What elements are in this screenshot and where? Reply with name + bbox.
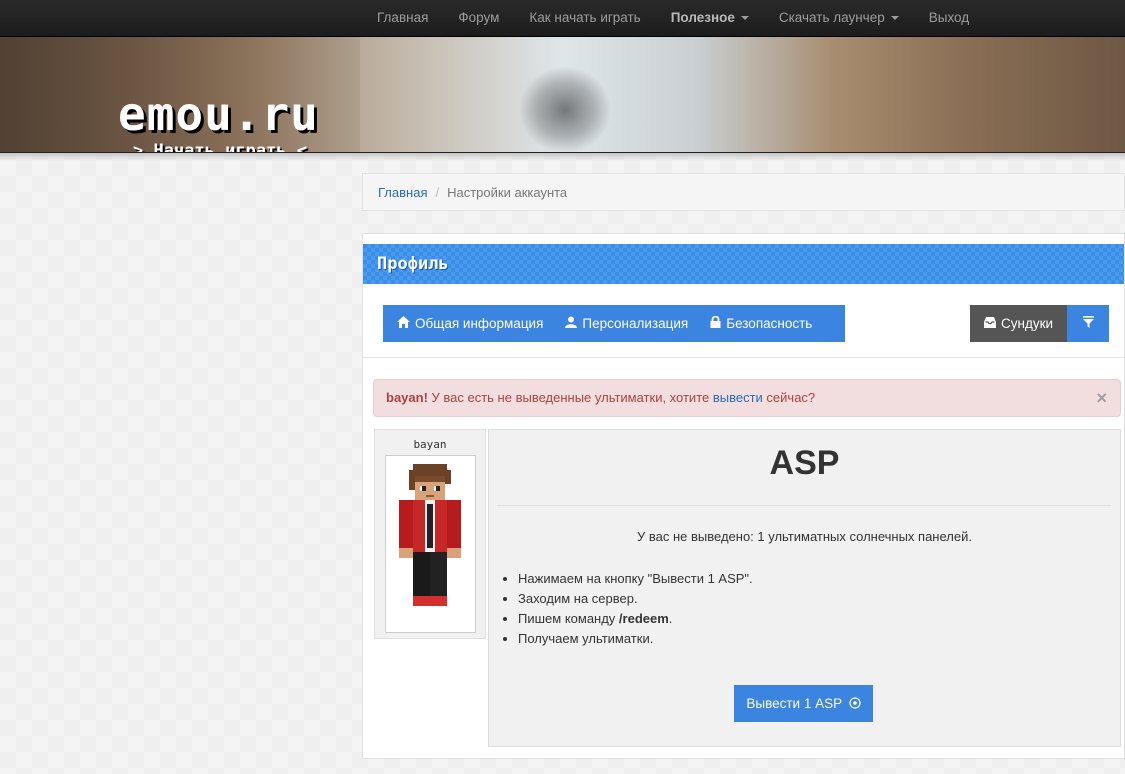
ultimate-alert: bayan! У вас есть не выведенные ультимат… bbox=[373, 379, 1121, 417]
nav-item-home[interactable]: Главная bbox=[362, 0, 443, 37]
step-text: Заходим на сервер. bbox=[518, 591, 638, 606]
site-logo[interactable]: emou.ru bbox=[118, 91, 319, 137]
alert-withdraw-link[interactable]: вывести bbox=[713, 390, 763, 405]
caret-down-icon bbox=[890, 16, 899, 21]
inbox-icon bbox=[984, 305, 996, 342]
chests-label: Сундуки bbox=[1001, 316, 1054, 331]
filter-button[interactable] bbox=[1067, 305, 1110, 342]
breadcrumb-separator: / bbox=[435, 185, 440, 200]
panel-header: Профиль bbox=[363, 244, 1124, 284]
banner-shadow bbox=[0, 153, 1125, 161]
asp-box: ASP У вас не выведено: 1 ультиматных сол… bbox=[488, 429, 1121, 747]
nav-item-how-to-play[interactable]: Как начать играть bbox=[514, 0, 655, 37]
breadcrumb-home-link[interactable]: Главная bbox=[378, 185, 427, 200]
withdraw-asp-button[interactable]: Вывести 1 ASP bbox=[734, 685, 873, 722]
banner-figure bbox=[520, 67, 610, 152]
filter-icon bbox=[1082, 316, 1094, 331]
tab-label: Персонализация bbox=[582, 316, 689, 331]
nav-label: Форум bbox=[458, 10, 500, 25]
divider bbox=[363, 357, 1124, 358]
step-text: Пишем команду bbox=[518, 611, 619, 626]
skin-card: bayan bbox=[374, 429, 486, 639]
nav-label: Главная bbox=[377, 10, 429, 25]
close-icon[interactable]: × bbox=[1096, 380, 1107, 416]
nav-item-download-launcher[interactable]: Скачать лаунчер bbox=[764, 0, 914, 37]
steps-list: Нажимаем на кнопку "Вывести 1 ASP". Захо… bbox=[518, 569, 753, 649]
breadcrumb-current: Настройки аккаунта bbox=[447, 185, 568, 200]
nav-item-forum[interactable]: Форум bbox=[443, 0, 514, 37]
panel-title: Профиль bbox=[377, 254, 449, 274]
profile-tabs: Общая информация Персонализация Безопасн… bbox=[383, 305, 845, 342]
list-item: Получаем ультиматки. bbox=[518, 629, 753, 649]
skin-username: bayan bbox=[413, 438, 447, 451]
breadcrumb: Главная / Настройки аккаунта bbox=[362, 173, 1125, 211]
nav-label: Как начать играть bbox=[529, 10, 641, 25]
chests-button-group: Сундуки bbox=[970, 305, 1110, 342]
divider bbox=[497, 505, 1111, 506]
nav-label: Скачать лаунчер bbox=[778, 10, 885, 25]
lock-icon bbox=[710, 305, 721, 342]
step-text: Получаем ультиматки. bbox=[518, 631, 654, 646]
alert-username: bayan! bbox=[386, 390, 428, 405]
caret-down-icon bbox=[740, 16, 749, 21]
profile-panel: Профиль Общая информация Персонализация … bbox=[362, 233, 1125, 759]
top-navbar: Главная Форум Как начать играть Полезное… bbox=[0, 0, 1125, 37]
tab-personalization[interactable]: Персонализация bbox=[554, 305, 699, 342]
chests-button[interactable]: Сундуки bbox=[970, 305, 1068, 342]
circle-arrow-icon bbox=[846, 696, 861, 711]
command-text: /redeem bbox=[618, 611, 669, 626]
skin-preview bbox=[385, 455, 476, 633]
nav-label: Выход bbox=[928, 10, 970, 25]
withdraw-label: Вывести 1 ASP bbox=[746, 696, 842, 711]
player-skin-image bbox=[399, 464, 461, 610]
list-item: Пишем команду /redeem. bbox=[518, 609, 753, 629]
nav-item-useful[interactable]: Полезное bbox=[656, 0, 764, 37]
alert-text-end: сейчас? bbox=[762, 390, 816, 405]
nav-item-logout[interactable]: Выход bbox=[914, 0, 984, 37]
alert-text: У вас есть не выведенные ультиматки, хот… bbox=[427, 390, 713, 405]
tab-label: Общая информация bbox=[415, 316, 544, 331]
asp-info: У вас не выведено: 1 ультиматных солнечн… bbox=[637, 529, 972, 544]
start-playing-link[interactable]: > Начать играть < bbox=[133, 141, 307, 152]
nav-menu: Главная Форум Как начать играть Полезное… bbox=[362, 0, 984, 37]
user-icon bbox=[565, 305, 578, 342]
tab-security[interactable]: Безопасность bbox=[699, 305, 823, 342]
home-icon bbox=[397, 305, 410, 342]
list-item: Заходим на сервер. bbox=[518, 589, 753, 609]
step-text: Нажимаем на кнопку "Вывести 1 ASP". bbox=[518, 571, 753, 586]
tab-label: Безопасность bbox=[726, 316, 813, 331]
nav-label: Полезное bbox=[670, 10, 735, 25]
header-banner: emou.ru > Начать играть < bbox=[0, 37, 1125, 153]
step-text: . bbox=[668, 611, 673, 626]
list-item: Нажимаем на кнопку "Вывести 1 ASP". bbox=[518, 569, 753, 589]
tab-general-info[interactable]: Общая информация bbox=[383, 305, 554, 342]
asp-title: ASP bbox=[769, 444, 840, 482]
